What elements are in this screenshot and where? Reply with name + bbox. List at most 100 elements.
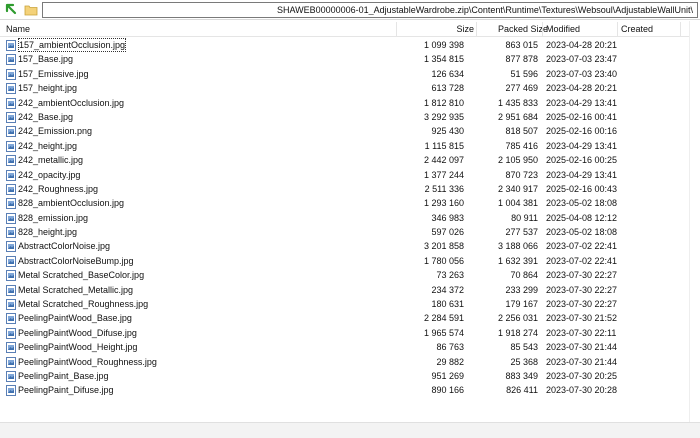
horizontal-scrollbar[interactable] <box>0 422 700 438</box>
file-modified: 2023-07-02 22:41 <box>546 241 618 252</box>
file-row[interactable]: 242_Roughness.jpg 2 511 336 2 340 917 2025-… <box>0 182 690 196</box>
file-size: 1 965 574 <box>423 327 464 338</box>
file-name: 157_Emissive.jpg <box>18 68 89 79</box>
file-row[interactable]: Metal Scratched_BaseColor.jpg 73 263 70 86… <box>0 268 690 282</box>
file-name: PeelingPaint_Base.jpg <box>18 370 109 381</box>
file-modified: 2023-07-30 20:25 <box>546 370 618 381</box>
file-row[interactable]: 242_Emission.png 925 430 818 507 2025-02-16… <box>0 124 690 138</box>
file-row[interactable]: 157_Emissive.jpg 126 634 51 596 2023-07-03 … <box>0 67 690 81</box>
file-packed-size: 1 632 391 <box>497 255 538 266</box>
file-name: 242_height.jpg <box>18 140 78 151</box>
file-name: 242_Base.jpg <box>18 111 74 122</box>
file-row[interactable]: PeelingPaintWood_Base.jpg 2 284 591 2 256 … <box>0 311 690 325</box>
file-row[interactable]: Metal Scratched_Metallic.jpg 234 372 233 2… <box>0 283 690 297</box>
file-row[interactable]: PeelingPaintWood_Roughness.jpg 29 882 25 3… <box>0 355 690 369</box>
file-size: 126 634 <box>431 68 464 79</box>
file-name: Metal Scratched_Metallic.jpg <box>18 284 134 295</box>
file-size: 3 292 935 <box>423 111 464 122</box>
image-file-icon <box>6 40 16 51</box>
file-modified: 2023-05-02 18:08 <box>546 227 618 238</box>
file-name: PeelingPaintWood_Base.jpg <box>18 313 132 324</box>
image-file-icon <box>6 270 16 282</box>
file-packed-size: 85 543 <box>510 342 538 353</box>
column-header-size[interactable]: Size <box>456 21 474 37</box>
file-name: 242_Emission.png <box>18 126 93 137</box>
image-file-icon <box>6 183 16 195</box>
column-divider[interactable] <box>680 22 681 36</box>
file-name: 828_emission.jpg <box>18 212 89 223</box>
file-size: 1 812 810 <box>423 97 464 108</box>
file-list: 157_ambientOcclusion.jpg 1 099 398 863 015… <box>0 38 690 398</box>
file-size: 1 293 160 <box>423 198 464 209</box>
file-packed-size: 80 911 <box>511 212 538 223</box>
file-row[interactable]: 242_height.jpg 1 115 815 785 416 2023-04-29… <box>0 139 690 153</box>
file-size: 2 284 591 <box>423 313 464 324</box>
file-row[interactable]: 242_ambientOcclusion.jpg 1 812 810 1 435 8… <box>0 96 690 110</box>
image-file-icon <box>6 356 16 368</box>
column-header-packed-size[interactable]: Packed Size <box>498 21 548 37</box>
file-packed-size: 233 299 <box>505 284 538 295</box>
image-file-icon <box>6 385 16 397</box>
path-input[interactable]: SHAWEB00000006-01_AdjustableWardrobe.zip… <box>42 2 698 18</box>
file-name: 242_ambientOcclusion.jpg <box>18 97 125 108</box>
file-size: 1 099 398 <box>423 40 464 50</box>
file-size: 613 728 <box>431 83 464 94</box>
file-name: 242_Roughness.jpg <box>18 183 99 194</box>
image-file-icon <box>6 299 16 311</box>
file-modified: 2023-07-30 20:28 <box>546 385 618 396</box>
column-divider[interactable] <box>476 22 477 36</box>
file-name: 828_ambientOcclusion.jpg <box>18 198 125 209</box>
image-file-icon <box>6 97 16 109</box>
file-row[interactable]: PeelingPaint_Base.jpg 951 269 883 349 2023-… <box>0 369 690 383</box>
image-file-icon <box>6 327 16 339</box>
file-packed-size: 877 878 <box>505 54 538 65</box>
column-header-created[interactable]: Created <box>621 21 653 37</box>
file-size: 2 511 336 <box>424 183 464 194</box>
file-modified: 2023-07-30 21:52 <box>546 313 618 324</box>
column-header-modified[interactable]: Modified <box>546 21 580 37</box>
file-modified: 2025-02-16 00:43 <box>546 183 618 194</box>
column-divider[interactable] <box>617 22 618 36</box>
file-packed-size: 2 340 917 <box>497 183 538 194</box>
file-modified: 2023-07-30 22:27 <box>546 299 618 310</box>
file-packed-size: 2 951 684 <box>497 111 538 122</box>
file-row[interactable]: PeelingPaintWood_Difuse.jpg 1 965 574 1 91… <box>0 326 690 340</box>
file-row[interactable]: AbstractColorNoise.jpg 3 201 858 3 188 066… <box>0 239 690 253</box>
column-header-name[interactable]: Name <box>6 21 30 37</box>
file-row[interactable]: Metal Scratched_Roughness.jpg 180 631 179 … <box>0 297 690 311</box>
file-size: 346 983 <box>431 212 464 223</box>
file-modified: 2025-02-16 00:41 <box>546 111 618 122</box>
file-row[interactable]: 157_Base.jpg 1 354 815 877 878 2023-07-03 2… <box>0 52 690 66</box>
image-file-icon <box>6 284 16 296</box>
file-name: 242_opacity.jpg <box>18 169 81 180</box>
column-divider[interactable] <box>542 22 543 36</box>
column-divider[interactable] <box>396 22 397 36</box>
file-modified: 2023-07-30 21:44 <box>546 342 618 353</box>
file-size: 234 372 <box>431 284 464 295</box>
file-name: 242_metallic.jpg <box>18 155 84 166</box>
file-name: AbstractColorNoise.jpg <box>18 241 111 252</box>
file-row[interactable]: 828_height.jpg 597 026 277 537 2023-05-02 1… <box>0 225 690 239</box>
file-row[interactable]: 157_ambientOcclusion.jpg 1 099 398 863 015… <box>0 38 690 53</box>
file-packed-size: 2 105 950 <box>497 155 538 166</box>
file-name: 157_ambientOcclusion.jpg <box>18 38 127 53</box>
file-row[interactable]: 242_Base.jpg 3 292 935 2 951 684 2025-02-16… <box>0 110 690 124</box>
file-row[interactable]: 828_ambientOcclusion.jpg 1 293 160 1 004 3… <box>0 196 690 210</box>
file-modified: 2025-04-08 12:12 <box>546 212 618 223</box>
image-file-icon <box>6 126 16 138</box>
up-arrow-icon[interactable] <box>4 3 18 17</box>
folder-icon <box>24 5 38 16</box>
file-name: 157_Base.jpg <box>18 54 74 65</box>
file-row[interactable]: 242_opacity.jpg 1 377 244 870 723 2023-04-2… <box>0 168 690 182</box>
vertical-scrollbar[interactable] <box>689 21 700 422</box>
column-header: Name Size Packed Size Modified Created <box>0 21 700 37</box>
file-row[interactable]: 157_height.jpg 613 728 277 469 2023-04-28 2… <box>0 81 690 95</box>
file-row[interactable]: PeelingPaint_Difuse.jpg 890 166 826 411 202… <box>0 383 690 397</box>
file-size: 1 780 056 <box>423 255 464 266</box>
file-row[interactable]: 828_emission.jpg 346 983 80 911 2025-04-08 … <box>0 211 690 225</box>
file-row[interactable]: AbstractColorNoiseBump.jpg 1 780 056 1 632… <box>0 254 690 268</box>
file-row[interactable]: PeelingPaintWood_Height.jpg 86 763 85 543 2… <box>0 340 690 354</box>
image-file-icon <box>6 140 16 152</box>
file-row[interactable]: 242_metallic.jpg 2 442 097 2 105 950 2025-0… <box>0 153 690 167</box>
file-packed-size: 818 507 <box>505 126 538 137</box>
